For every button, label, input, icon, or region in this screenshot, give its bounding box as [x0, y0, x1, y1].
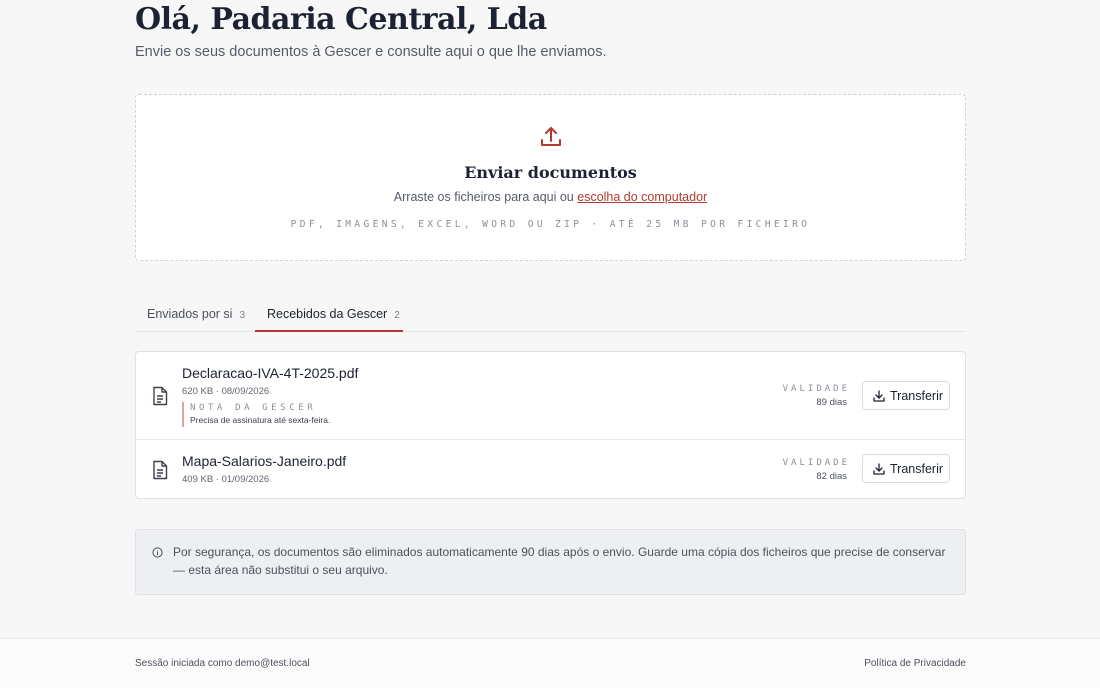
document-row: Mapa-Salarios-Janeiro.pdf 409 KB · 01/09…	[136, 440, 965, 498]
validity-value: 89 dias	[816, 397, 847, 408]
note-text: Precisa de assinatura até sexta-feira.	[190, 415, 331, 425]
validity-value: 82 dias	[816, 471, 847, 482]
download-icon	[873, 463, 885, 475]
upload-prompt-line: Arraste os ficheiros para aqui ou escolh…	[136, 190, 965, 204]
tab-received[interactable]: Recebidos da Gescer 2	[255, 296, 403, 332]
validity-label: VALIDADE	[782, 458, 850, 468]
session-info: Sessão iniciada como demo@test.local	[135, 658, 310, 669]
validity: VALIDADE 82 dias	[783, 457, 847, 485]
upload-icon	[541, 127, 561, 146]
download-button[interactable]: Transferir	[862, 381, 950, 410]
document-row: Declaracao-IVA-4T-2025.pdf 620 KB · 08/0…	[136, 352, 965, 440]
download-icon	[873, 390, 885, 402]
upload-dropzone[interactable]: Enviar documentos Arraste os ficheiros p…	[135, 94, 966, 261]
document-name: Declaracao-IVA-4T-2025.pdf	[182, 365, 359, 381]
choose-file-link[interactable]: escolha do computador	[577, 190, 707, 204]
info-icon	[152, 547, 163, 558]
tab-sent-count: 3	[239, 310, 246, 321]
tab-received-count: 2	[394, 310, 400, 321]
page-title: Olá, Padaria Central, Lda	[135, 2, 547, 37]
security-notice: Por segurança, os documentos são elimina…	[135, 529, 966, 595]
tab-received-label: Recebidos da Gescer	[267, 307, 388, 321]
privacy-policy-link[interactable]: Política de Privacidade	[864, 658, 966, 669]
download-button-label: Transferir	[890, 461, 944, 476]
note-label: NOTA DA GESCER	[190, 403, 317, 413]
tab-sent-label: Enviados por si	[147, 307, 233, 321]
download-button[interactable]: Transferir	[862, 454, 950, 483]
document-name: Mapa-Salarios-Janeiro.pdf	[182, 453, 347, 469]
file-icon	[153, 460, 168, 480]
tab-sent[interactable]: Enviados por si 3	[147, 296, 245, 332]
document-list: Declaracao-IVA-4T-2025.pdf 620 KB · 08/0…	[135, 351, 966, 499]
upload-formats: PDF, IMAGENS, EXCEL, WORD OU ZIP · ATÉ 2…	[290, 219, 811, 230]
validity: VALIDADE 89 dias	[783, 383, 847, 411]
gescer-note: NOTA DA GESCER Precisa de assinatura até…	[182, 402, 330, 427]
validity-label: VALIDADE	[782, 384, 850, 394]
file-icon	[153, 386, 168, 406]
upload-prompt: Arraste os ficheiros para aqui ou	[393, 190, 574, 204]
document-meta: 620 KB · 08/09/2026	[182, 386, 270, 397]
document-meta: 409 KB · 01/09/2026	[182, 474, 270, 485]
footer: Sessão iniciada como demo@test.local Pol…	[0, 638, 1100, 688]
download-button-label: Transferir	[890, 388, 944, 403]
tabs: Enviados por si 3 Recebidos da Gescer 2	[135, 296, 966, 332]
page-subtitle: Envie os seus documentos à Gescer e cons…	[135, 44, 607, 60]
security-notice-text: Por segurança, os documentos são elimina…	[173, 545, 946, 577]
upload-title: Enviar documentos	[464, 163, 637, 182]
